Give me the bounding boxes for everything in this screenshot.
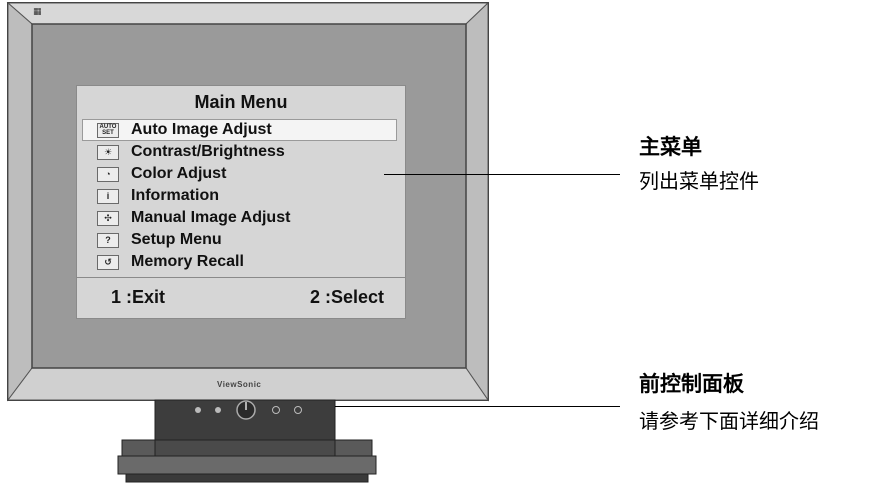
osd-exit-hint: 1 :Exit — [111, 287, 166, 307]
stand-base — [117, 455, 377, 475]
osd-footer: 1 :Exit 2 :Select — [77, 277, 405, 318]
callout-line-front-panel — [335, 406, 620, 407]
callout-title-front-panel: 前控制面板 — [639, 373, 744, 396]
osd-item-setup-menu[interactable]: ? Setup Menu — [83, 229, 397, 251]
corner-logo: ▦ — [33, 6, 42, 16]
osd-item-contrast-brightness[interactable]: ☀ Contrast/Brightness — [83, 141, 397, 163]
osd-menu-list: AUTO SET Auto Image Adjust ☀ Contrast/Bri… — [82, 119, 397, 273]
osd-item-label: Color Adjust — [131, 165, 227, 182]
info-icon: i — [97, 188, 119, 204]
stand-neck — [154, 439, 336, 457]
brand-logo: ViewSonic — [217, 380, 262, 389]
bezel-right-bevel — [465, 1, 489, 402]
move-arrows-icon: ✣ — [97, 210, 119, 226]
osd-item-label: Contrast/Brightness — [131, 143, 285, 160]
osd-main-menu: Main Menu AUTO SET Auto Image Adjust ☀ Co… — [76, 85, 406, 319]
callout-line-main-menu — [384, 174, 620, 175]
osd-item-label: Auto Image Adjust — [131, 121, 272, 138]
control-button-1 — [195, 407, 201, 413]
sun-icon: ☀ — [97, 144, 119, 160]
osd-select-hint: 2 :Select — [309, 287, 384, 307]
callout-title-main-menu: 主菜单 — [639, 136, 702, 159]
callout-desc-front-panel: 请参考下面详细介绍 — [639, 411, 819, 433]
osd-item-label: Setup Menu — [131, 231, 222, 248]
osd-title: Main Menu — [194, 92, 288, 112]
question-icon: ? — [97, 232, 119, 248]
osd-item-label: Memory Recall — [131, 253, 244, 270]
osd-item-memory-recall[interactable]: ↺ Memory Recall — [83, 251, 397, 273]
control-button-2 — [215, 407, 221, 413]
auto-set-icon: AUTO SET — [97, 122, 119, 138]
osd-item-auto-image-adjust[interactable]: AUTO SET Auto Image Adjust — [82, 119, 397, 141]
osd-item-information[interactable]: i Information — [83, 185, 397, 207]
osd-item-color-adjust[interactable]: ◔ Color Adjust — [83, 163, 397, 185]
stand-foot — [125, 473, 369, 483]
bezel-top-bevel — [6, 2, 490, 25]
bezel-left-bevel — [7, 1, 33, 402]
recall-icon: ↺ — [97, 254, 119, 270]
palette-icon: ◔ — [97, 166, 119, 182]
osd-item-label: Manual Image Adjust — [131, 209, 291, 226]
callout-desc-main-menu: 列出菜单控件 — [639, 171, 759, 193]
osd-item-manual-image-adjust[interactable]: ✣ Manual Image Adjust — [83, 207, 397, 229]
osd-item-label: Information — [131, 187, 219, 204]
